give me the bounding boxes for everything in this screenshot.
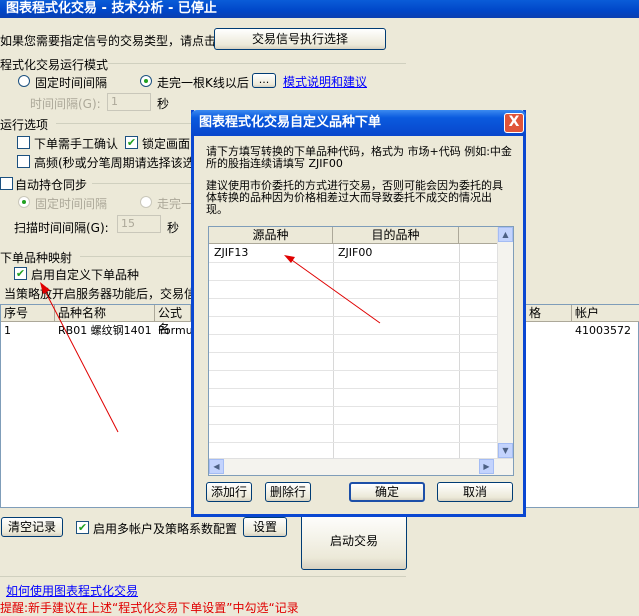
annotation-arrow-line: [288, 257, 381, 324]
annotation-arrows: [40, 255, 381, 433]
annotation-arrow-line: [43, 288, 119, 433]
annotation-arrowhead: [40, 282, 50, 294]
annotation-arrowhead: [284, 255, 295, 263]
